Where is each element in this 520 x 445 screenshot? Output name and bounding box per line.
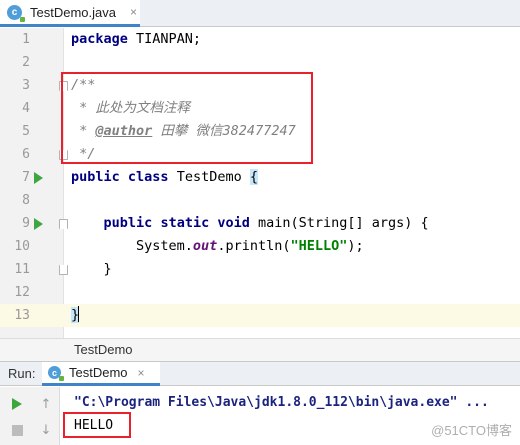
code-line: 11 }	[0, 258, 520, 281]
code-line: 9 public static void main(String[] args)…	[0, 212, 520, 235]
editor-tab-label: TestDemo.java	[30, 4, 116, 20]
fold-icon[interactable]	[59, 219, 68, 229]
line-number: 12	[14, 285, 30, 300]
breadcrumb-class[interactable]: TestDemo	[74, 342, 133, 357]
fold-icon[interactable]	[59, 265, 68, 275]
line-number: 9	[22, 216, 30, 231]
java-class-icon: c	[48, 366, 64, 381]
line-number: 3	[22, 78, 30, 93]
line-number: 6	[22, 147, 30, 162]
play-icon	[12, 398, 22, 410]
run-main-icon[interactable]	[34, 218, 43, 230]
output-highlight-box	[63, 412, 131, 438]
println-call: .println(	[217, 238, 291, 254]
package-name: TIANPAN;	[127, 31, 202, 47]
close-icon[interactable]: ×	[130, 5, 137, 19]
scroll-down-button[interactable]: ↓	[36, 420, 56, 440]
line-number: 4	[22, 101, 30, 116]
keyword: package	[71, 31, 128, 47]
java-class-icon: c	[7, 4, 25, 22]
console-command-line: "C:\Program Files\Java\jdk1.8.0_112\bin\…	[74, 395, 489, 410]
class-name: TestDemo	[168, 169, 250, 185]
rerun-button[interactable]	[7, 394, 27, 414]
line-number: 13	[14, 308, 30, 323]
out-field: out	[192, 238, 218, 254]
run-tab-testdemo[interactable]: c TestDemo ×	[42, 362, 160, 386]
text-caret	[78, 306, 80, 322]
code-editor[interactable]: 1 package TIANPAN; 2 3 /** 4 * 此处为文档注释 5…	[0, 28, 520, 360]
line-number: 8	[22, 193, 30, 208]
arrow-down-icon: ↓	[40, 422, 52, 438]
brace-highlight: {	[249, 169, 258, 185]
code-line: 10 System.out.println("HELLO");	[0, 235, 520, 258]
keyword: public	[71, 169, 120, 185]
keyword: class	[127, 169, 169, 185]
annotation-highlight-box	[61, 72, 313, 164]
keyword: public	[103, 215, 153, 231]
run-panel-title: Run:	[8, 366, 36, 381]
close-icon[interactable]: ×	[138, 366, 145, 380]
editor-tab-bar: c TestDemo.java ×	[0, 0, 520, 27]
arrow-up-icon: ↑	[40, 396, 52, 412]
line-number: 1	[22, 32, 30, 47]
call-end: );	[347, 238, 364, 254]
method-signature: main(String[] args) {	[249, 215, 429, 231]
method-close-brace: }	[71, 261, 112, 277]
editor-tab-testdemo[interactable]: c TestDemo.java ×	[0, 0, 140, 27]
string-literal: "HELLO"	[290, 238, 348, 254]
current-code-line: 13 }	[0, 304, 520, 327]
run-class-icon[interactable]	[34, 172, 43, 184]
keyword: void	[217, 215, 250, 231]
keyword: static	[160, 215, 210, 231]
line-number: 11	[14, 262, 30, 277]
code-line: 12	[0, 281, 520, 304]
code-line: 7 public class TestDemo {	[0, 166, 520, 189]
stop-icon	[11, 424, 23, 436]
code-line: 8	[0, 189, 520, 212]
line-number: 5	[22, 124, 30, 139]
run-toolbar: ↑ ↓	[0, 387, 60, 445]
line-number: 2	[22, 55, 30, 70]
watermark: @51CTO博客	[431, 423, 512, 438]
run-tab-label: TestDemo	[69, 365, 128, 380]
scroll-up-button[interactable]: ↑	[36, 394, 56, 414]
run-panel-header: Run: c TestDemo ×	[0, 362, 520, 386]
line-number: 10	[14, 239, 30, 254]
code-line: 1 package TIANPAN;	[0, 28, 520, 51]
line-number: 7	[22, 170, 30, 185]
system-call: System.	[71, 238, 193, 254]
stop-button[interactable]	[7, 420, 27, 440]
code-line: 2	[0, 51, 520, 74]
breadcrumb[interactable]: TestDemo	[0, 338, 520, 362]
